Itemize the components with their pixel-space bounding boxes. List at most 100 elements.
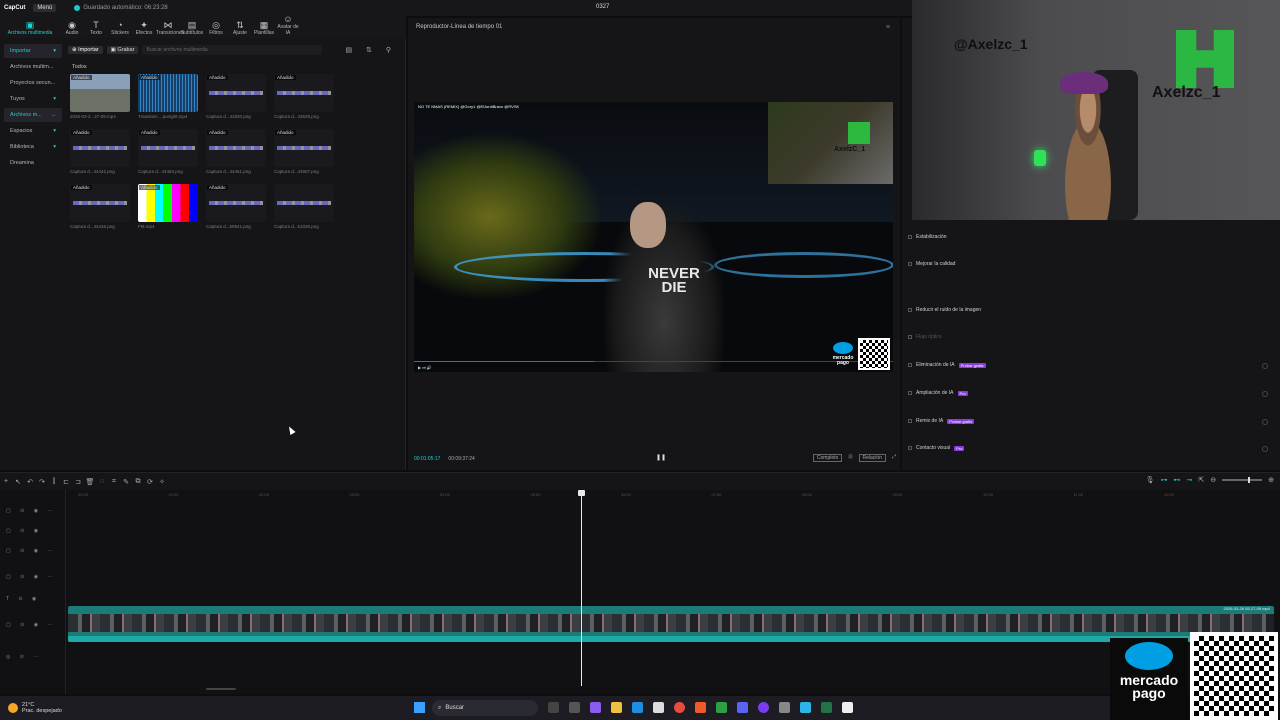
media-item[interactable]: Añadido Captura d...44607.png	[274, 129, 336, 174]
video-clip[interactable]: 2026-03-26 05-27-09.mp4	[68, 606, 1274, 642]
media-item[interactable]: Añadido Captura d...44484.png	[138, 129, 200, 174]
pause-button[interactable]: ❚❚	[656, 454, 666, 461]
video-progress[interactable]	[414, 361, 594, 362]
undo-icon[interactable]: ↶	[24, 478, 36, 486]
media-item[interactable]: Captura d...51026.png	[274, 184, 336, 229]
property-row[interactable]: Flujo óptico	[908, 334, 942, 340]
timeline-ruler[interactable]: 00:00 01:00 02:00 03:00 04:00 05:00 06:00 07:00…	[66, 490, 1280, 500]
sidebar-item[interactable]: Archivos multim...	[4, 60, 62, 74]
chrome-icon[interactable]	[674, 702, 685, 713]
record-button[interactable]: ▣ Grabar	[106, 46, 139, 54]
property-row[interactable]: Ampliación de IA Pro	[908, 390, 968, 396]
media-item[interactable]: Añadido FM.mp4	[138, 184, 200, 229]
zoom-out-icon[interactable]: ⊖	[1210, 476, 1216, 484]
tool-transitions[interactable]: ⋈ Transiciones	[156, 20, 184, 38]
obs-icon[interactable]	[758, 702, 769, 713]
property-row[interactable]: Contacto visual Pro	[908, 445, 965, 451]
player-menu-icon[interactable]: ≡	[886, 24, 890, 31]
split-right-icon[interactable]: ⊐	[72, 478, 84, 486]
property-toggle[interactable]	[1262, 446, 1268, 452]
sidebar-item[interactable]: Importar ▾	[4, 44, 62, 58]
crop-icon[interactable]: ⌗	[108, 478, 120, 486]
sidebar-item[interactable]: Dreamina	[4, 156, 62, 170]
view-options[interactable]: ▤ ⇅ ⚲	[346, 46, 398, 54]
media-item[interactable]: Añadido 2026-03-2...27-09.mp4	[70, 74, 132, 119]
tool-audio[interactable]: ◉ Audio	[60, 20, 84, 38]
brave-icon[interactable]	[695, 702, 706, 713]
property-row[interactable]: Remix de IA Probar gratis	[908, 418, 975, 424]
track-header-main[interactable]: ▢ ⊙ ◉ ⋯	[6, 622, 56, 628]
tool-templates[interactable]: ▦ Plantillas	[252, 20, 276, 38]
sidebar-item[interactable]: Archivos m... →	[4, 108, 62, 122]
import-button[interactable]: ⊕ Importar	[68, 46, 103, 54]
discord-icon[interactable]	[737, 702, 748, 713]
media-item[interactable]: Añadido Captura d...44451.png	[206, 129, 268, 174]
track-header-text[interactable]: T ⊙ ◉	[6, 596, 40, 602]
property-toggle[interactable]	[1262, 363, 1268, 369]
property-checkbox[interactable]	[908, 235, 912, 239]
property-row[interactable]: Mejorar la calidad	[908, 261, 955, 267]
ai-edit-icon[interactable]: ✧	[156, 478, 168, 486]
track-header-3[interactable]: ▢ ⊙ ◉ ⋯	[6, 548, 56, 554]
full-quality-button[interactable]: Completo	[812, 454, 843, 462]
playhead[interactable]	[578, 490, 585, 686]
media-item[interactable]: Añadido Captura d...44416.png	[70, 184, 132, 229]
property-toggle[interactable]	[1262, 391, 1268, 397]
property-row[interactable]: Estabilización	[908, 234, 947, 240]
media-item[interactable]: Añadido Captura d...44442.png	[70, 129, 132, 174]
mic-icon[interactable]: 🎙	[1146, 476, 1155, 484]
zoom-in-icon[interactable]: ⊕	[1268, 476, 1274, 484]
track-header-2[interactable]: ▢ ⊙ ◉	[6, 528, 42, 534]
tool-adjust[interactable]: ⇅ Ajuste	[228, 20, 252, 38]
media-item[interactable]: Añadido Transition ...punight.mp4	[138, 74, 200, 119]
sidebar-item[interactable]: Tuyos ▾	[4, 92, 62, 106]
property-checkbox[interactable]	[908, 391, 912, 395]
media-item[interactable]: Añadido Captura d...43628.png	[274, 74, 336, 119]
app-icon-3[interactable]	[800, 702, 811, 713]
xbox-icon[interactable]	[716, 702, 727, 713]
app-icon-1[interactable]	[569, 702, 580, 713]
preview-axis-icon[interactable]: ⊸	[1187, 476, 1193, 484]
sidebar-item[interactable]: Espacios ▾	[4, 124, 62, 138]
select-tool-icon[interactable]: ↖	[12, 478, 24, 486]
sidebar-item[interactable]: Biblioteca ▾	[4, 140, 62, 154]
media-item[interactable]: Añadido Captura d...41920.png	[206, 74, 268, 119]
property-checkbox[interactable]	[908, 363, 912, 367]
settings-icon[interactable]	[779, 702, 790, 713]
property-checkbox[interactable]	[908, 262, 912, 266]
sidebar-item[interactable]: Proyectos secun...	[4, 76, 62, 90]
tool-text[interactable]: T Texto	[84, 20, 108, 38]
folder-icon[interactable]	[611, 702, 622, 713]
weather-widget[interactable]: 21°C Prac. despejado	[8, 702, 62, 714]
tool-subtitles[interactable]: ▤ Subtítulos	[180, 20, 204, 38]
rotate-icon[interactable]: ⟳	[144, 478, 156, 486]
tool-effects[interactable]: ✦ Efectos	[132, 20, 156, 38]
property-row[interactable]: Eliminación de IA Probar gratis	[908, 362, 986, 368]
track-header-audio[interactable]: ◎ ⊙ ⋯	[6, 654, 42, 660]
split-left-icon[interactable]: ⊏	[60, 478, 72, 486]
property-checkbox[interactable]	[908, 419, 912, 423]
app-icon-2[interactable]	[590, 702, 601, 713]
screenshot-icon[interactable]: ⊡	[848, 454, 852, 462]
fit-icon[interactable]: ⇱	[1198, 476, 1204, 484]
property-row[interactable]: Reducir el ruido de la imagen	[908, 307, 981, 313]
capcut-icon[interactable]	[842, 702, 853, 713]
menu-button[interactable]: Menú	[33, 4, 57, 12]
store-icon[interactable]	[653, 702, 664, 713]
delete-icon[interactable]: 🗑	[84, 478, 96, 486]
link-icon[interactable]: ⊶	[1161, 476, 1168, 484]
freeze-icon[interactable]: ◌	[96, 478, 108, 485]
timeline-scrollbar[interactable]	[206, 688, 236, 690]
mask-icon[interactable]: ✎	[120, 478, 132, 486]
excel-icon[interactable]	[821, 702, 832, 713]
property-checkbox[interactable]	[908, 308, 912, 312]
magnet-icon[interactable]: ⊷	[1174, 476, 1181, 484]
split-icon[interactable]: ⫿	[48, 478, 60, 486]
windows-start-icon[interactable]	[414, 702, 425, 713]
zoom-slider[interactable]	[1222, 477, 1263, 483]
video-preview[interactable]: NEVER DIE NO TE NMAS (REMIX) @Gory1 @ElJ…	[414, 102, 893, 372]
edge-icon[interactable]	[632, 702, 643, 713]
property-checkbox[interactable]	[908, 335, 912, 339]
tool-media[interactable]: ▣ Archivos multimedia	[0, 20, 60, 38]
property-toggle[interactable]	[1262, 419, 1268, 425]
